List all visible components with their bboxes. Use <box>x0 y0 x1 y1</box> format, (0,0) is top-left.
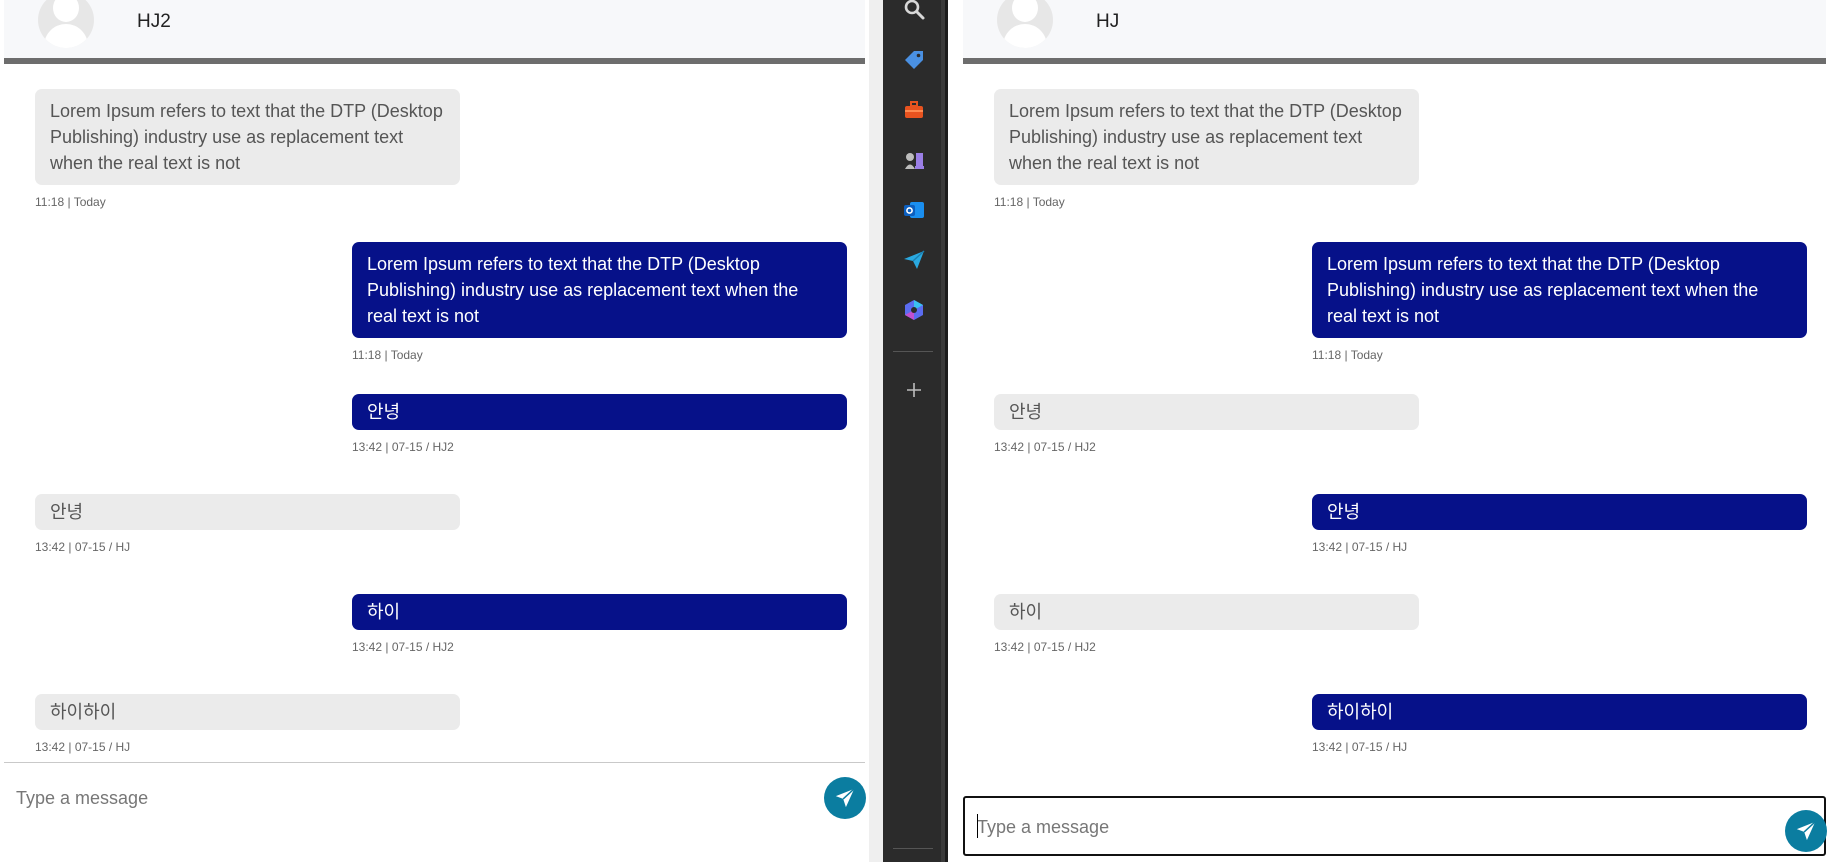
message-bubble: 안녕 <box>1312 494 1807 530</box>
message-meta: 13:42 | 07-15 / HJ <box>1312 740 1408 754</box>
outlook-icon[interactable] <box>899 195 929 225</box>
search-icon[interactable] <box>899 0 929 24</box>
avatar[interactable] <box>38 0 94 48</box>
send-icon <box>1796 821 1816 841</box>
chat-header: HJ2 <box>4 0 865 64</box>
message-meta: 13:42 | 07-15 / HJ <box>35 540 131 554</box>
message-bubble: 하이하이 <box>35 694 460 730</box>
message-composer <box>963 796 1827 856</box>
message-bubble: Lorem Ipsum refers to text that the DTP … <box>994 89 1419 185</box>
message-meta: 11:18 | Today <box>352 348 423 362</box>
message-bubble: Lorem Ipsum refers to text that the DTP … <box>35 89 460 185</box>
tag-icon[interactable] <box>899 45 929 75</box>
message-bubble: Lorem Ipsum refers to text that the DTP … <box>352 242 847 338</box>
message-bubble: 안녕 <box>994 394 1419 430</box>
message-incoming: 안녕 13:42 | 07-15 / HJ2 <box>994 394 1419 454</box>
send-button[interactable] <box>1785 810 1827 852</box>
chat-pane-left: HJ2 Lorem Ipsum refers to text that the … <box>4 0 866 862</box>
chess-icon[interactable] <box>899 145 929 175</box>
message-meta: 11:18 | Today <box>1312 348 1383 362</box>
message-bubble: 안녕 <box>352 394 847 430</box>
message-incoming: Lorem Ipsum refers to text that the DTP … <box>35 89 460 209</box>
message-incoming: 안녕 13:42 | 07-15 / HJ <box>35 494 460 554</box>
message-outgoing: Lorem Ipsum refers to text that the DTP … <box>1312 242 1807 362</box>
message-list[interactable]: Lorem Ipsum refers to text that the DTP … <box>4 70 865 762</box>
message-incoming: 하이 13:42 | 07-15 / HJ2 <box>994 594 1419 654</box>
message-composer <box>4 762 866 862</box>
message-meta: 13:42 | 07-15 / HJ2 <box>994 640 1096 654</box>
sidebar-divider <box>893 351 933 352</box>
pane-gap <box>948 0 963 862</box>
send-icon <box>835 788 855 808</box>
message-meta: 13:42 | 07-15 / HJ <box>35 740 131 754</box>
message-meta: 13:42 | 07-15 / HJ <box>1312 540 1408 554</box>
message-incoming: Lorem Ipsum refers to text that the DTP … <box>994 89 1419 209</box>
message-outgoing: 안녕 13:42 | 07-15 / HJ2 <box>352 394 847 454</box>
message-outgoing: Lorem Ipsum refers to text that the DTP … <box>352 242 847 362</box>
message-meta: 13:42 | 07-15 / HJ2 <box>352 640 454 654</box>
send-button[interactable] <box>824 777 866 819</box>
message-outgoing: 안녕 13:42 | 07-15 / HJ <box>1312 494 1807 554</box>
contact-name: HJ2 <box>137 11 171 32</box>
avatar[interactable] <box>997 0 1053 48</box>
message-meta: 13:42 | 07-15 / HJ2 <box>352 440 454 454</box>
message-outgoing: 하이하이 13:42 | 07-15 / HJ <box>1312 694 1807 754</box>
message-list[interactable]: Lorem Ipsum refers to text that the DTP … <box>963 70 1826 762</box>
contact-name: HJ <box>1096 11 1120 32</box>
message-meta: 13:42 | 07-15 / HJ2 <box>994 440 1096 454</box>
message-meta: 11:18 | Today <box>35 195 106 209</box>
text-caret <box>977 814 978 838</box>
sidebar-divider <box>893 848 933 849</box>
message-input[interactable] <box>977 812 1737 842</box>
message-meta: 11:18 | Today <box>994 195 1065 209</box>
app-window: HJ2 Lorem Ipsum refers to text that the … <box>0 0 1830 862</box>
app-sidebar <box>883 0 945 862</box>
chat-header: HJ <box>963 0 1826 64</box>
message-bubble: 안녕 <box>35 494 460 530</box>
message-bubble: Lorem Ipsum refers to text that the DTP … <box>1312 242 1807 338</box>
add-icon[interactable] <box>899 375 929 405</box>
pane-divider[interactable] <box>869 0 883 862</box>
message-incoming: 하이하이 13:42 | 07-15 / HJ <box>35 694 460 754</box>
message-outgoing: 하이 13:42 | 07-15 / HJ2 <box>352 594 847 654</box>
toolbox-icon[interactable] <box>899 95 929 125</box>
chat-pane-right: HJ Lorem Ipsum refers to text that the D… <box>963 0 1827 862</box>
send-icon[interactable] <box>899 245 929 275</box>
copilot-icon[interactable] <box>899 295 929 325</box>
message-bubble: 하이 <box>994 594 1419 630</box>
message-bubble: 하이하이 <box>1312 694 1807 730</box>
message-input[interactable] <box>16 783 796 813</box>
message-bubble: 하이 <box>352 594 847 630</box>
